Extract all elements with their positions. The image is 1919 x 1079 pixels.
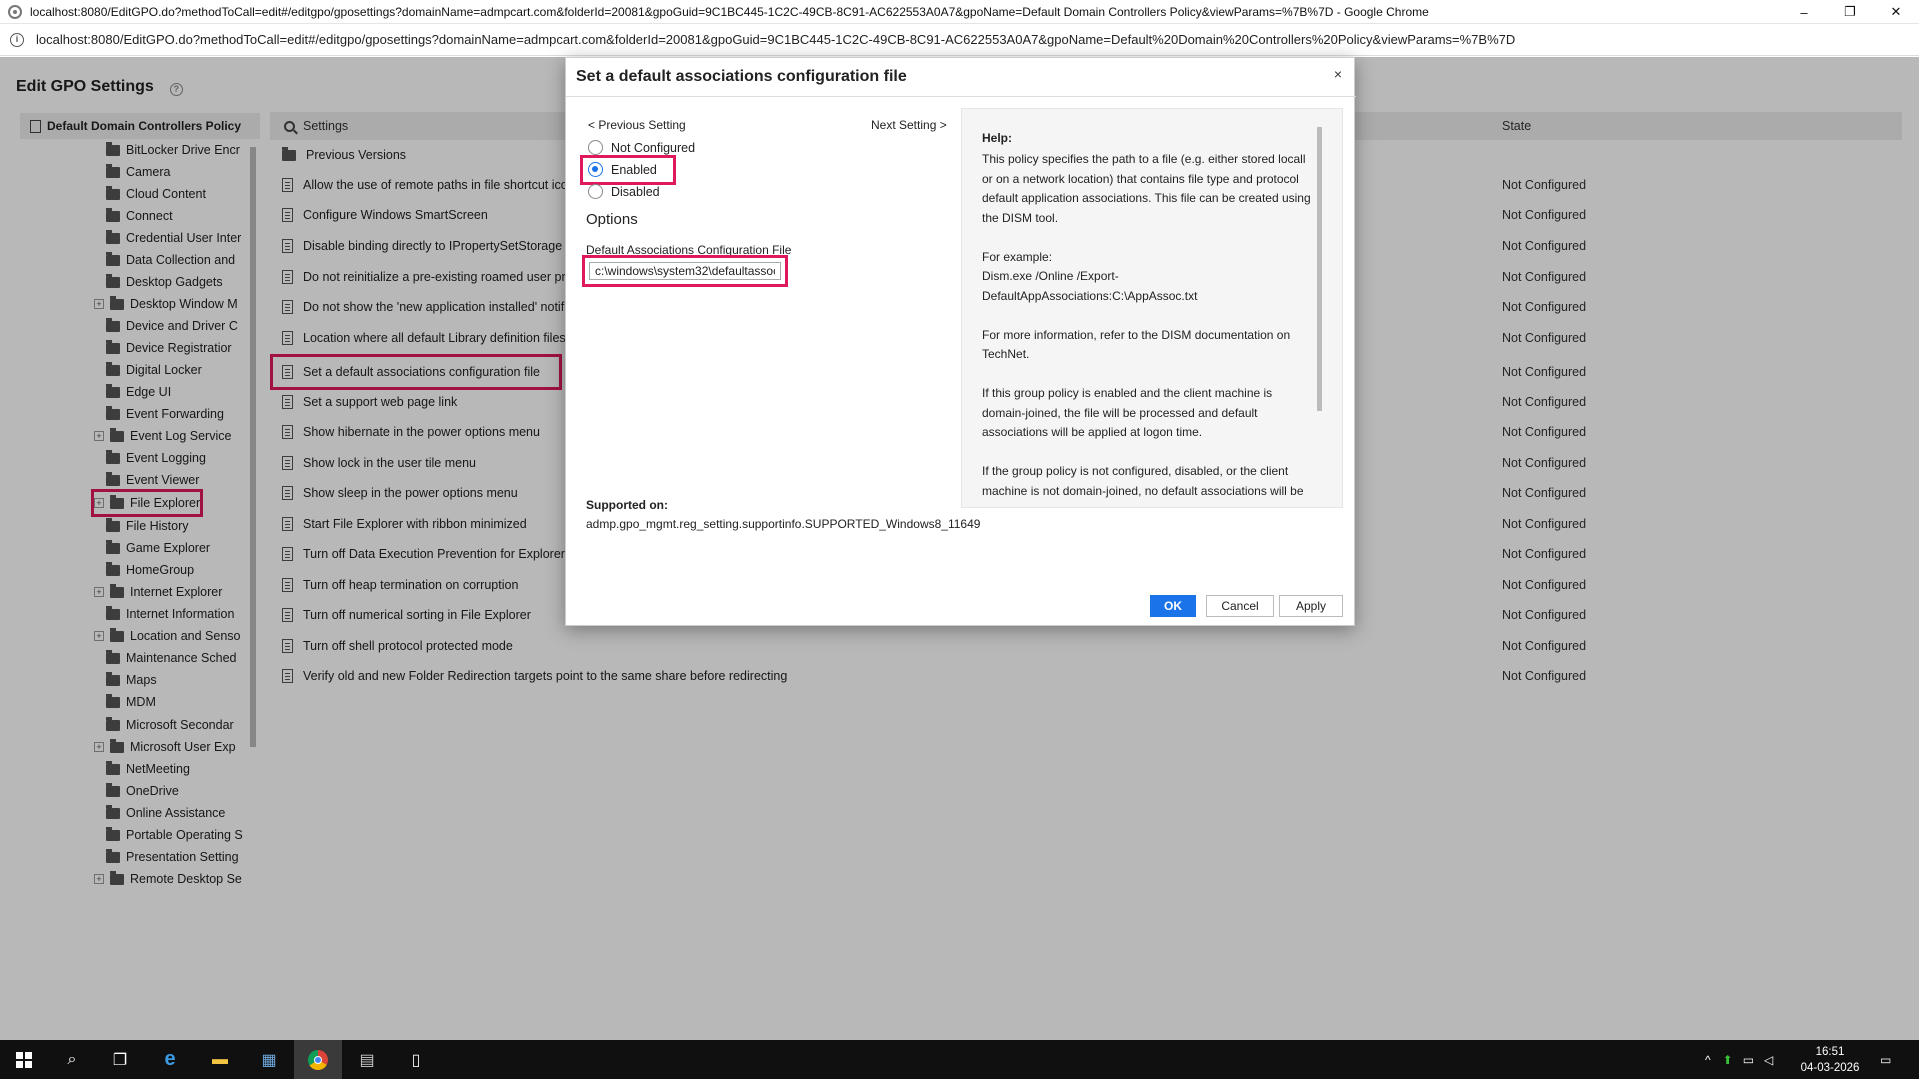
server-manager-icon[interactable]: ▦ [245,1040,293,1079]
window-controls: – ❐ ✕ [1781,0,1919,24]
dialog-title: Set a default associations configuration… [576,68,907,85]
close-icon[interactable]: × [1334,66,1342,82]
help-scrollbar[interactable] [1317,127,1322,411]
notification-icon[interactable]: ▭ [1880,1040,1891,1079]
minimize-button[interactable]: – [1781,0,1827,24]
cancel-button[interactable]: Cancel [1206,595,1274,617]
config-file-highlight [582,255,788,287]
supported-on-value: admp.gpo_mgmt.reg_setting.supportinfo.SU… [586,517,981,531]
radio-not-configured-button[interactable] [588,140,603,155]
taskbar: ⌕ ❐ e ▬ ▦ ▤ ▯ ^ ⬆ ▭ ◁ 16:51 04-03-2026 ▭ [0,1040,1919,1079]
close-window-button[interactable]: ✕ [1873,0,1919,24]
start-button[interactable] [0,1040,48,1079]
radio-disabled[interactable]: Disabled [588,184,660,199]
chrome-icon[interactable] [294,1040,342,1079]
help-title: Help: [982,131,1012,145]
notepad-icon[interactable]: ▤ [343,1040,391,1079]
chevron-up-icon[interactable]: ^ [1705,1053,1711,1067]
dialog-divider [566,96,1356,97]
window-title: localhost:8080/EditGPO.do?methodToCall=e… [30,4,1429,19]
task-view-icon[interactable]: ❐ [96,1040,144,1079]
site-icon [8,4,22,19]
clock-time: 16:51 [1815,1046,1845,1058]
system-tray: ^ ⬆ ▭ ◁ [1705,1040,1773,1079]
policy-dialog: Set a default associations configuration… [565,57,1356,626]
url-text[interactable]: localhost:8080/EditGPO.do?methodToCall=e… [36,32,1515,47]
supported-on-label: Supported on: [586,498,668,512]
radio-disabled-label: Disabled [611,184,660,199]
volume-icon[interactable]: ◁ [1764,1053,1773,1067]
window-titlebar: localhost:8080/EditGPO.do?methodToCall=e… [0,0,1919,24]
document-icon[interactable]: ▯ [392,1040,440,1079]
apply-button[interactable]: Apply [1279,595,1343,617]
config-file-input[interactable] [589,262,781,280]
radio-not-configured-label: Not Configured [611,140,696,155]
search-taskbar-icon[interactable]: ⌕ [48,1040,96,1079]
upload-icon[interactable]: ⬆ [1723,1053,1733,1067]
restore-button[interactable]: ❐ [1827,0,1873,24]
network-icon[interactable]: ▭ [1743,1053,1754,1067]
next-setting-link[interactable]: Next Setting > [871,118,947,132]
windows-icon [16,1051,32,1068]
info-icon[interactable]: i [10,32,24,47]
radio-disabled-button[interactable] [588,184,603,199]
help-panel: Help: This policy specifies the path to … [961,108,1343,508]
help-text: This policy specifies the path to a file… [982,152,1311,498]
clock-date: 04-03-2026 [1800,1062,1860,1074]
enabled-highlight [580,155,676,185]
radio-not-configured[interactable]: Not Configured [588,140,695,155]
address-bar[interactable]: i localhost:8080/EditGPO.do?methodToCall… [0,24,1919,56]
clock[interactable]: 16:51 04-03-2026 [1795,1044,1865,1076]
file-explorer-icon[interactable]: ▬ [196,1040,244,1079]
options-heading: Options [586,211,638,228]
previous-setting-link[interactable]: < Previous Setting [588,118,686,132]
internet-explorer-icon[interactable]: e [146,1040,194,1079]
ok-button[interactable]: OK [1150,595,1196,617]
